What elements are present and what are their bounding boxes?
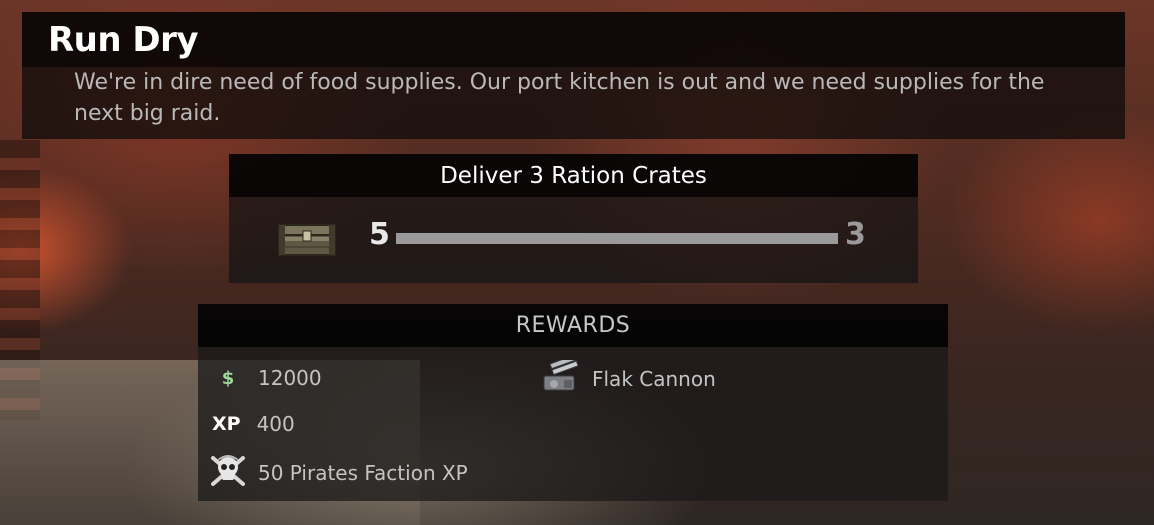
mission-title-bar: Run Dry [22, 12, 1125, 67]
mission-title: Run Dry [48, 19, 199, 60]
objective-progress: 5 3 [229, 197, 918, 283]
reward-money: $ 12000 [216, 366, 322, 390]
pirate-skull-icon [207, 452, 249, 494]
progress-bar [396, 233, 838, 244]
flak-cannon-icon [540, 354, 582, 398]
progress-current: 5 [369, 217, 390, 252]
reward-xp-value: 400 [256, 412, 295, 436]
xp-icon: XP [212, 413, 241, 435]
progress-target: 3 [845, 217, 866, 252]
objective-panel: Deliver 3 Ration Crates 5 3 [229, 154, 918, 283]
mission-panel: Run Dry We're in dire need of food suppl… [22, 12, 1125, 139]
reward-faction-label: 50 Pirates Faction XP [258, 461, 468, 485]
reward-xp: XP 400 [212, 412, 295, 436]
dollar-icon: $ [221, 367, 235, 389]
rewards-panel: REWARDS $ 12000 XP 400 50 Pirates Factio… [198, 304, 948, 501]
objective-label: Deliver 3 Ration Crates [229, 154, 918, 197]
progress-bar-fill [396, 233, 838, 244]
reward-faction: 50 Pirates Faction XP [207, 452, 468, 494]
reward-item-label: Flak Cannon [592, 367, 716, 391]
reward-money-value: 12000 [258, 366, 322, 390]
rewards-header: REWARDS [198, 304, 948, 347]
reward-item: Flak Cannon [540, 354, 716, 398]
mission-description: We're in dire need of food supplies. Our… [74, 70, 1045, 126]
ration-crate-icon [277, 219, 337, 263]
